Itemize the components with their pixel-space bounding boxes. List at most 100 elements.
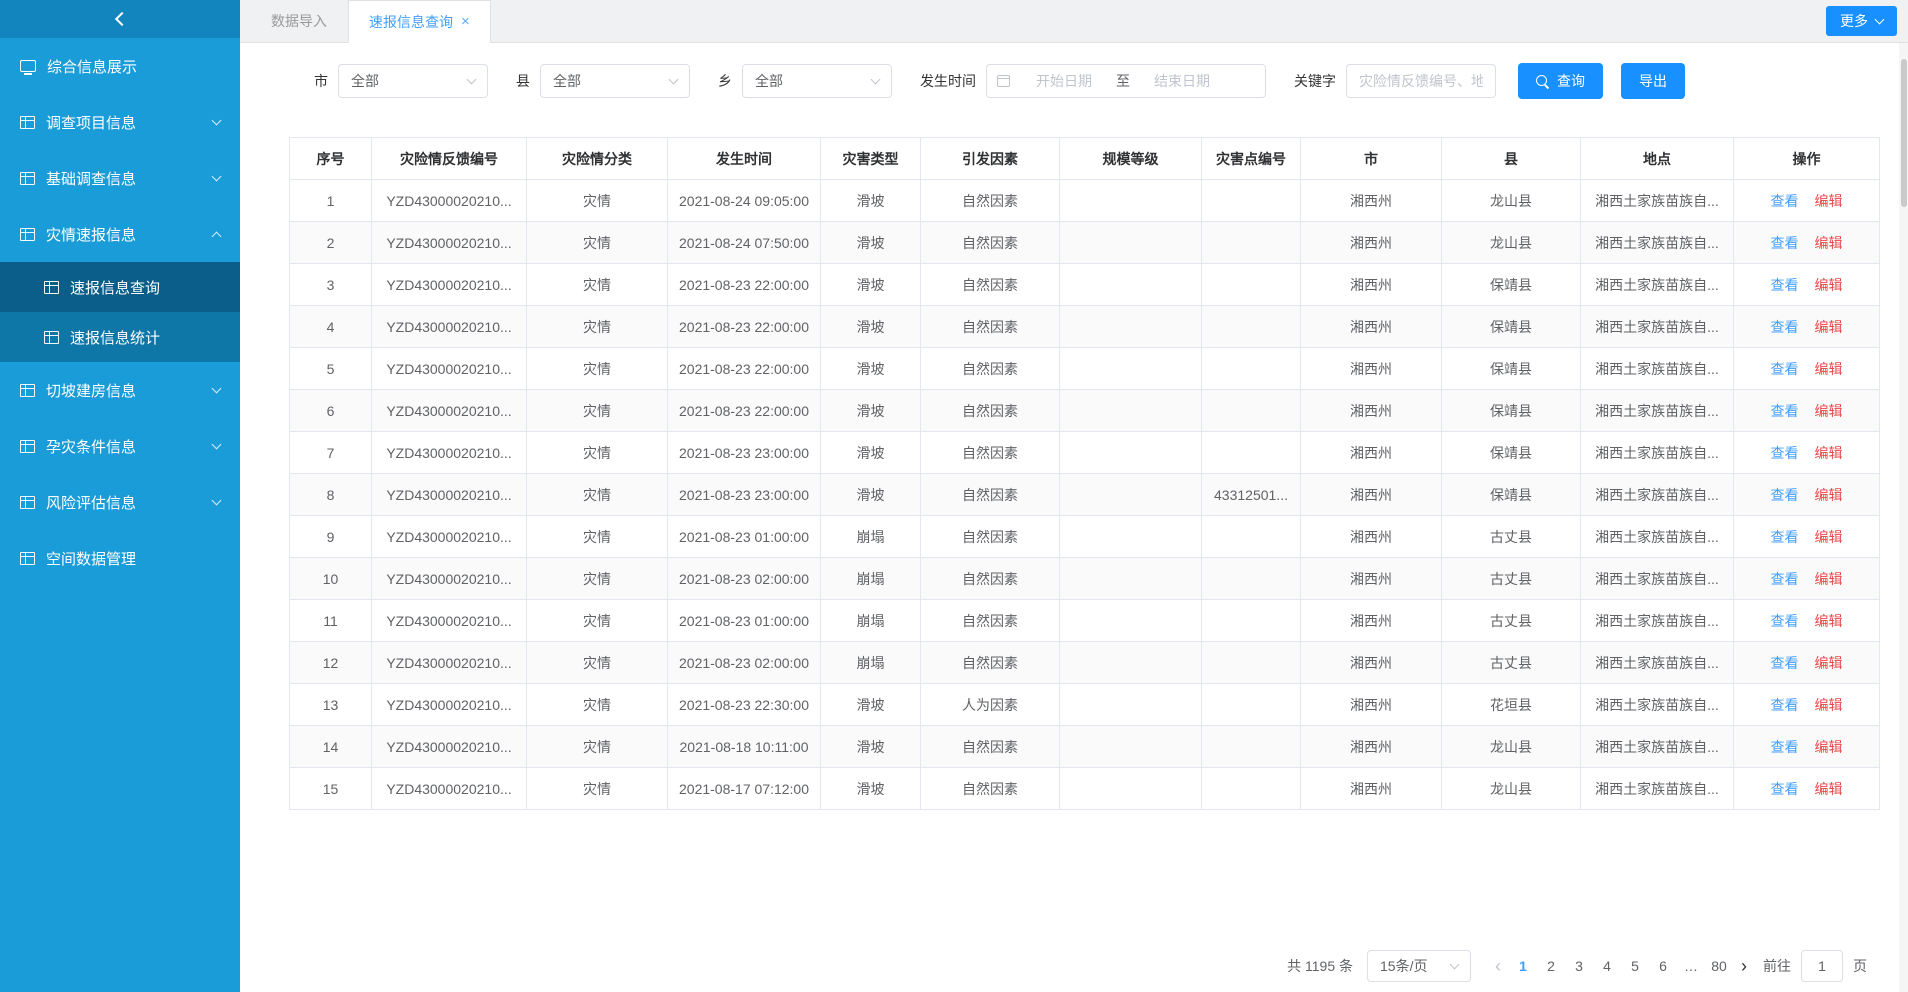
cell-actions: 查看编辑 — [1734, 600, 1880, 642]
cell-location: 湘西土家族苗族自... — [1581, 306, 1734, 348]
view-link[interactable]: 查看 — [1771, 781, 1799, 797]
sidebar-item-slope-housing-info[interactable]: 切坡建房信息 — [0, 362, 240, 418]
cell-actions: 查看编辑 — [1734, 348, 1880, 390]
edit-link[interactable]: 编辑 — [1815, 487, 1843, 503]
page-size-select[interactable]: 15条/页 — [1367, 950, 1471, 982]
view-link[interactable]: 查看 — [1771, 487, 1799, 503]
query-button[interactable]: 查询 — [1518, 63, 1603, 99]
sidebar-collapse-button[interactable] — [0, 0, 240, 38]
export-button-label: 导出 — [1639, 71, 1667, 91]
sidebar-item-disaster-report-info[interactable]: 灾情速报信息 — [0, 206, 240, 262]
page-number[interactable]: 1 — [1509, 950, 1537, 982]
view-link[interactable]: 查看 — [1771, 319, 1799, 335]
view-link[interactable]: 查看 — [1771, 403, 1799, 419]
cell-city: 湘西州 — [1301, 600, 1442, 642]
cell-type: 滑坡 — [821, 348, 921, 390]
sidebar-item-basic-survey-info[interactable]: 基础调查信息 — [0, 150, 240, 206]
cell-category: 灾情 — [527, 348, 668, 390]
prev-page-button[interactable]: ‹ — [1487, 950, 1509, 982]
start-date-input[interactable] — [1018, 73, 1110, 89]
view-link[interactable]: 查看 — [1771, 277, 1799, 293]
sidebar-item-survey-project-info[interactable]: 调查项目信息 — [0, 94, 240, 150]
view-link[interactable]: 查看 — [1771, 571, 1799, 587]
tab-data-import[interactable]: 数据导入 — [250, 0, 348, 42]
cell-scale — [1060, 516, 1202, 558]
scrollbar[interactable] — [1899, 43, 1908, 992]
edit-link[interactable]: 编辑 — [1815, 445, 1843, 461]
page-number[interactable]: 4 — [1593, 950, 1621, 982]
edit-link[interactable]: 编辑 — [1815, 697, 1843, 713]
cell-city: 湘西州 — [1301, 516, 1442, 558]
cell-location: 湘西土家族苗族自... — [1581, 516, 1734, 558]
view-link[interactable]: 查看 — [1771, 361, 1799, 377]
cell-time: 2021-08-24 09:05:00 — [668, 180, 821, 222]
county-select[interactable]: 全部 — [540, 64, 690, 98]
edit-link[interactable]: 编辑 — [1815, 529, 1843, 545]
cell-actions: 查看编辑 — [1734, 516, 1880, 558]
cell-factor: 自然因素 — [921, 474, 1060, 516]
goto-page-input[interactable] — [1801, 950, 1843, 982]
city-select[interactable]: 全部 — [338, 64, 488, 98]
sidebar-item-risk-assessment-info[interactable]: 风险评估信息 — [0, 474, 240, 530]
page-number[interactable]: 5 — [1621, 950, 1649, 982]
edit-link[interactable]: 编辑 — [1815, 781, 1843, 797]
view-link[interactable]: 查看 — [1771, 697, 1799, 713]
cell-city: 湘西州 — [1301, 306, 1442, 348]
sidebar-subitem-report-info-stats[interactable]: 速报信息统计 — [0, 312, 240, 362]
sidebar-subitem-label: 速报信息统计 — [70, 327, 160, 348]
cell-point_code — [1202, 558, 1301, 600]
edit-link[interactable]: 编辑 — [1815, 319, 1843, 335]
edit-link[interactable]: 编辑 — [1815, 193, 1843, 209]
end-date-input[interactable] — [1136, 73, 1228, 89]
cell-location: 湘西土家族苗族自... — [1581, 264, 1734, 306]
cell-time: 2021-08-23 22:00:00 — [668, 390, 821, 432]
cell-scale — [1060, 558, 1202, 600]
page-number[interactable]: 80 — [1705, 950, 1733, 982]
view-link[interactable]: 查看 — [1771, 739, 1799, 755]
cell-county: 古丈县 — [1442, 516, 1581, 558]
page-number[interactable]: 3 — [1565, 950, 1593, 982]
sidebar-subitem-report-info-query[interactable]: 速报信息查询 — [0, 262, 240, 312]
sidebar-item-spatial-data-management[interactable]: 空间数据管理 — [0, 530, 240, 586]
sidebar-item-label: 切坡建房信息 — [46, 380, 136, 401]
edit-link[interactable]: 编辑 — [1815, 361, 1843, 377]
edit-link[interactable]: 编辑 — [1815, 613, 1843, 629]
table-row: 9YZD43000020210...灾情2021-08-23 01:00:00崩… — [290, 516, 1880, 558]
view-link[interactable]: 查看 — [1771, 613, 1799, 629]
keyword-input[interactable] — [1346, 64, 1496, 98]
table-row: 13YZD43000020210...灾情2021-08-23 22:30:00… — [290, 684, 1880, 726]
edit-link[interactable]: 编辑 — [1815, 403, 1843, 419]
page-number[interactable]: 6 — [1649, 950, 1677, 982]
scrollbar-thumb[interactable] — [1901, 59, 1907, 207]
cell-city: 湘西州 — [1301, 264, 1442, 306]
sidebar-item-label: 灾情速报信息 — [46, 224, 136, 245]
close-icon[interactable]: × — [461, 14, 470, 29]
cell-time: 2021-08-18 10:11:00 — [668, 726, 821, 768]
edit-link[interactable]: 编辑 — [1815, 277, 1843, 293]
edit-link[interactable]: 编辑 — [1815, 655, 1843, 671]
edit-link[interactable]: 编辑 — [1815, 235, 1843, 251]
view-link[interactable]: 查看 — [1771, 655, 1799, 671]
more-button[interactable]: 更多 — [1826, 6, 1897, 36]
view-link[interactable]: 查看 — [1771, 235, 1799, 251]
sidebar-item-comprehensive-info-display[interactable]: 综合信息展示 — [0, 38, 240, 94]
table-row: 11YZD43000020210...灾情2021-08-23 01:00:00… — [290, 600, 1880, 642]
edit-link[interactable]: 编辑 — [1815, 571, 1843, 587]
view-link[interactable]: 查看 — [1771, 193, 1799, 209]
town-select[interactable]: 全部 — [742, 64, 892, 98]
table-header-row: 序号灾险情反馈编号灾险情分类发生时间灾害类型引发因素规模等级灾害点编号市县地点操… — [290, 138, 1880, 180]
view-link[interactable]: 查看 — [1771, 445, 1799, 461]
edit-link[interactable]: 编辑 — [1815, 739, 1843, 755]
date-range-picker[interactable]: 至 — [986, 64, 1266, 98]
sidebar-item-hazard-condition-info[interactable]: 孕灾条件信息 — [0, 418, 240, 474]
cell-actions: 查看编辑 — [1734, 726, 1880, 768]
cell-no: 11 — [290, 600, 372, 642]
page-number[interactable]: 2 — [1537, 950, 1565, 982]
table-row: 2YZD43000020210...灾情2021-08-24 07:50:00滑… — [290, 222, 1880, 264]
next-page-button[interactable]: › — [1733, 950, 1755, 982]
view-link[interactable]: 查看 — [1771, 529, 1799, 545]
cell-time: 2021-08-23 22:30:00 — [668, 684, 821, 726]
tab-report-info-query[interactable]: 速报信息查询× — [348, 0, 491, 43]
export-button[interactable]: 导出 — [1621, 63, 1685, 99]
city-select-value: 全部 — [351, 71, 379, 91]
